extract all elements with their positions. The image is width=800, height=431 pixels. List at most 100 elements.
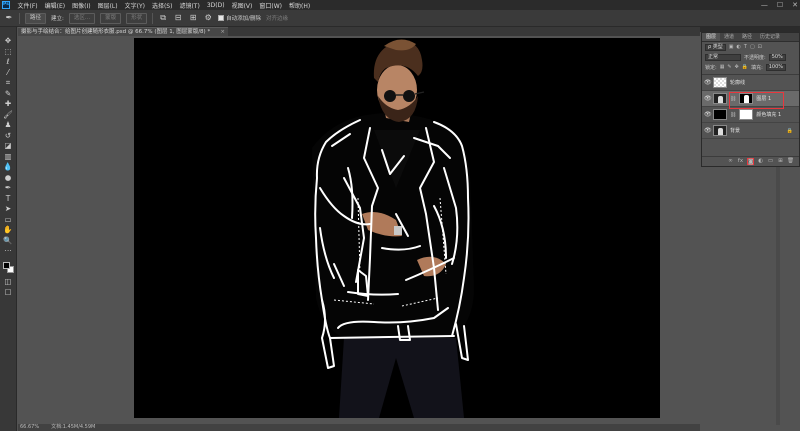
new-group-icon[interactable]: ▭ [767, 158, 774, 165]
filter-shape-icon[interactable]: ▢ [750, 44, 755, 50]
color-swatches[interactable] [2, 261, 15, 277]
layer-style-icon[interactable]: fx [737, 158, 744, 165]
shape-tool-icon[interactable]: ▭ [2, 215, 15, 226]
type-tool-icon[interactable]: T [2, 194, 15, 205]
zoom-tool-icon[interactable]: 🔍 [2, 236, 15, 247]
path-mode-select[interactable]: 路径 [25, 12, 47, 24]
make-label: 建立: [51, 16, 64, 22]
make-selection-button[interactable]: 选区... [68, 12, 96, 24]
layer-row-layer1[interactable]: 👁 ⛓ 图层 1 [702, 91, 799, 107]
menu-help[interactable]: 帮助(H) [286, 1, 314, 10]
pen-tool-preset-icon[interactable]: ✒ [4, 13, 14, 23]
canvas-scrollbar[interactable] [776, 167, 780, 425]
gear-icon[interactable]: ⚙ [203, 13, 213, 23]
layer-list: 👁 轮廓线 👁 ⛓ 图层 1 👁 ⛓ 颜色填充 1 👁 背景 🔒 [702, 74, 799, 139]
tab-paths[interactable]: 路径 [738, 33, 756, 41]
document-title: 摄影与手绘结合：给图片创建随形衣服.psd @ 66.7% (图层 1, 图层蒙… [21, 29, 211, 35]
tab-channels[interactable]: 通道 [720, 33, 738, 41]
menu-select[interactable]: 选择(S) [148, 1, 176, 10]
healing-brush-tool-icon[interactable]: ✚ [2, 99, 15, 110]
foreground-color-swatch[interactable] [2, 261, 10, 269]
screen-mode-icon[interactable]: ▢ [2, 287, 15, 298]
make-shape-button[interactable]: 形状 [126, 12, 148, 24]
menu-filter[interactable]: 滤镜(T) [176, 1, 203, 10]
history-brush-tool-icon[interactable]: ↺ [2, 131, 15, 142]
separator [19, 12, 20, 24]
new-layer-icon[interactable]: ⊞ [777, 158, 784, 165]
path-selection-tool-icon[interactable]: ➤ [2, 204, 15, 215]
eyedropper-tool-icon[interactable]: ✎ [2, 89, 15, 100]
quick-select-tool-icon[interactable]: ⁄ [2, 68, 15, 79]
crop-tool-icon[interactable]: ⌗ [2, 78, 15, 89]
link-chain-icon[interactable]: ⛓ [730, 96, 736, 102]
blur-tool-icon[interactable]: 💧 [2, 162, 15, 173]
align-edges-label[interactable]: 对齐边缘 [266, 14, 288, 22]
visibility-eye-icon[interactable]: 👁 [704, 95, 712, 102]
menu-file[interactable]: 文件(F) [14, 1, 41, 10]
quick-mask-icon[interactable]: ◫ [2, 277, 15, 288]
close-tab-icon[interactable]: × [220, 28, 225, 36]
link-layers-icon[interactable]: ∞ [727, 158, 734, 165]
document-canvas[interactable] [134, 38, 660, 418]
visibility-eye-icon[interactable]: 👁 [704, 127, 712, 134]
lock-position-icon[interactable]: ✥ [735, 64, 739, 70]
more-tools-icon[interactable]: ⋯ [2, 246, 15, 257]
layer-mask-thumbnail[interactable] [739, 109, 754, 120]
fill-label: 填充: [751, 64, 763, 71]
document-info[interactable]: 文档:1.45M/4.59M [51, 424, 95, 431]
lock-transparency-icon[interactable]: ▦ [720, 64, 725, 70]
clone-stamp-tool-icon[interactable]: ♟ [2, 120, 15, 131]
layer-filter-select[interactable]: ρ 类型 [705, 43, 726, 51]
tab-history[interactable]: 历史记录 [756, 33, 784, 41]
auto-add-delete-checkbox[interactable]: 自动添加/删除 [218, 14, 261, 22]
trash-icon[interactable]: 🗑 [787, 158, 794, 165]
lasso-tool-icon[interactable]: ℓ [2, 57, 15, 68]
dodge-tool-icon[interactable]: ● [2, 173, 15, 184]
link-chain-icon[interactable]: ⛓ [730, 112, 736, 118]
filter-pixel-icon[interactable]: ▣ [729, 44, 734, 50]
eraser-tool-icon[interactable]: ◪ [2, 141, 15, 152]
lock-all-icon[interactable]: 🔒 [742, 64, 748, 70]
opacity-input[interactable]: 50% [768, 53, 786, 61]
opacity-label: 不透明度: [744, 54, 766, 61]
menu-view[interactable]: 视图(V) [228, 1, 256, 10]
pen-tool-icon[interactable]: ✒ [2, 183, 15, 194]
fill-input[interactable]: 100% [765, 63, 787, 71]
filter-type-icon[interactable]: T [744, 44, 747, 50]
layer-row-outline[interactable]: 👁 轮廓线 [702, 75, 799, 91]
path-alignment-icon[interactable]: ⊟ [173, 13, 183, 23]
move-tool-icon[interactable]: ✥ [2, 36, 15, 47]
menu-edit[interactable]: 编辑(E) [41, 1, 68, 10]
lock-pixels-icon[interactable]: ✎ [727, 64, 731, 70]
menu-window[interactable]: 窗口(W) [256, 1, 286, 10]
blend-mode-select[interactable]: 正常 [705, 53, 741, 61]
document-tab[interactable]: 摄影与手绘结合：给图片创建随形衣服.psd @ 66.7% (图层 1, 图层蒙… [18, 27, 228, 36]
gradient-tool-icon[interactable]: ▥ [2, 152, 15, 163]
path-operations-icon[interactable]: ⧉ [158, 13, 168, 23]
menu-image[interactable]: 图像(I) [69, 1, 94, 10]
menu-layer[interactable]: 图层(L) [94, 1, 121, 10]
layer-mask-thumbnail[interactable] [739, 93, 754, 104]
filter-adjust-icon[interactable]: ◐ [737, 44, 741, 50]
filter-smart-icon[interactable]: ⊡ [758, 44, 762, 50]
brush-tool-icon[interactable]: 🖌 [2, 110, 15, 121]
minimize-button[interactable]: — [761, 1, 768, 9]
maximize-button[interactable]: ☐ [777, 1, 783, 9]
options-bar: ✒ 路径 建立: 选区... 蒙版 形状 ⧉ ⊟ ⊞ ⚙ 自动添加/删除 对齐边… [0, 10, 800, 27]
add-mask-icon[interactable]: ◙ [747, 158, 754, 165]
visibility-eye-icon[interactable]: 👁 [704, 79, 712, 86]
path-arrangement-icon[interactable]: ⊞ [188, 13, 198, 23]
layer-row-background[interactable]: 👁 背景 🔒 [702, 123, 799, 139]
zoom-level[interactable]: 66.67% [20, 424, 39, 431]
menu-3d[interactable]: 3D(D) [203, 2, 228, 9]
layer-row-color-fill[interactable]: 👁 ⛓ 颜色填充 1 [702, 107, 799, 123]
marquee-tool-icon[interactable]: ⬚ [2, 47, 15, 58]
make-mask-button[interactable]: 蒙版 [100, 12, 122, 24]
menu-type[interactable]: 文字(Y) [121, 1, 148, 10]
close-button[interactable]: ✕ [792, 1, 798, 9]
hand-tool-icon[interactable]: ✋ [2, 225, 15, 236]
tab-layers[interactable]: 图层 [702, 33, 721, 41]
adjustment-layer-icon[interactable]: ◐ [757, 158, 764, 165]
layer-thumbnail [713, 109, 727, 120]
visibility-eye-icon[interactable]: 👁 [704, 111, 712, 118]
